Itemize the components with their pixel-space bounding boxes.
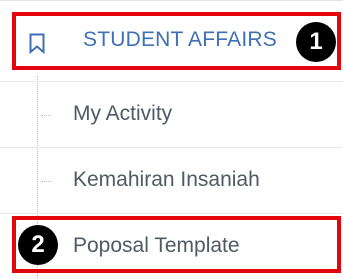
menu-item-my-activity[interactable]: My Activity (0, 81, 343, 147)
step-badge-2: 2 (18, 225, 58, 265)
menu-item-label: My Activity (73, 102, 173, 125)
tree-branch (41, 181, 51, 182)
menu-item-kemahiran-insaniah[interactable]: Kemahiran Insaniah (0, 147, 343, 213)
menu-section-student-affairs[interactable]: STUDENT AFFAIRS (0, 12, 343, 72)
menu-item-label: Poposal Template (73, 234, 240, 257)
step-badge-1: 1 (296, 22, 336, 62)
tree-branch (41, 115, 51, 116)
top-divider (0, 0, 343, 1)
menu-item-label: Kemahiran Insaniah (73, 168, 260, 191)
menu-section-label: STUDENT AFFAIRS (83, 28, 277, 51)
bookmark-icon (29, 33, 45, 55)
